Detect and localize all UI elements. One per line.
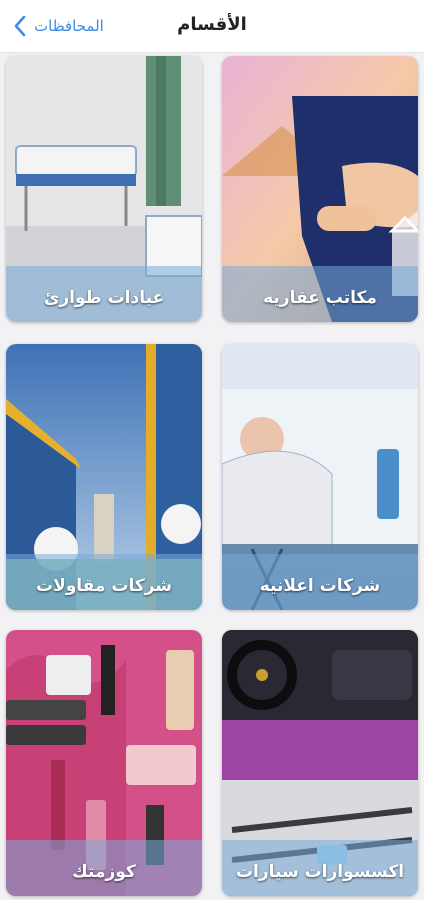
category-card-contracting[interactable]: شركات مقاولات bbox=[6, 344, 202, 610]
page-title: الأقسام bbox=[177, 14, 247, 35]
category-label: شركات اعلانيه bbox=[259, 576, 381, 596]
category-card-emergency-clinics[interactable]: عيادات طوارئ bbox=[6, 56, 202, 322]
category-label: كوزمتك bbox=[72, 862, 136, 882]
category-card-real-estate[interactable]: مكاتب عقاريه bbox=[222, 56, 418, 322]
category-label: مكاتب عقاريه bbox=[263, 288, 377, 308]
category-label: شركات مقاولات bbox=[35, 576, 173, 596]
category-card-advertising[interactable]: شركات اعلانيه bbox=[222, 344, 418, 610]
top-navigation-bar: المحافظات الأقسام bbox=[0, 0, 424, 53]
category-label: اكسسوارات سيارات bbox=[235, 862, 405, 882]
category-card-car-accessories[interactable]: اكسسوارات سيارات bbox=[222, 630, 418, 896]
category-label: عيادات طوارئ bbox=[43, 288, 165, 308]
category-card-cosmetics[interactable]: كوزمتك bbox=[6, 630, 202, 896]
categories-grid: مكاتب عقاريه عيادات طوارئ شركات اعلانيه … bbox=[0, 56, 424, 900]
